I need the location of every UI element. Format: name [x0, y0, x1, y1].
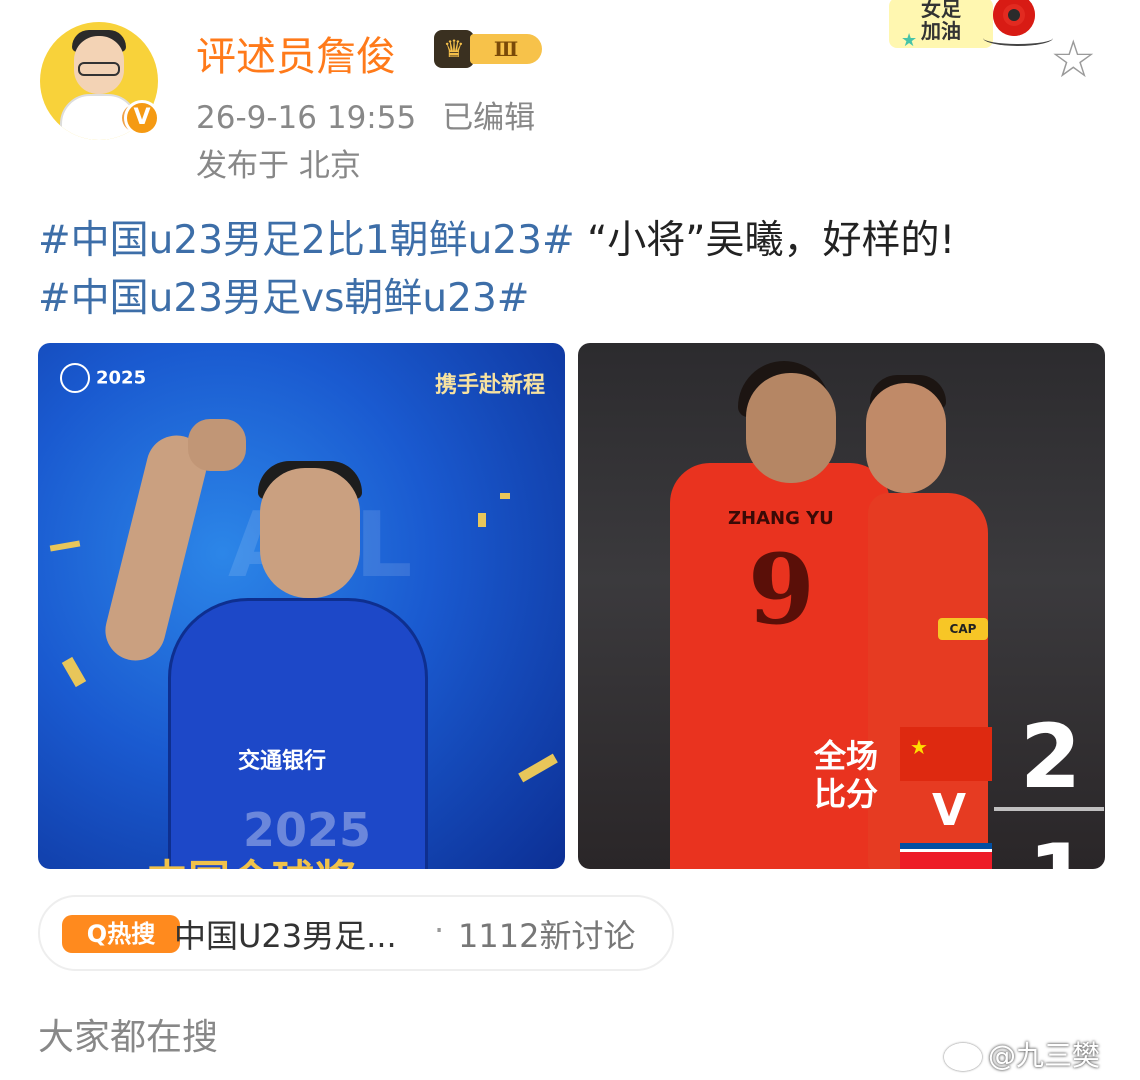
rank-badge[interactable]: ♛ Ⅲ	[434, 30, 546, 68]
hashtag-link-2[interactable]: #中国u23男足vs朝鲜u23#	[38, 276, 529, 321]
award-logo-icon	[60, 363, 90, 393]
crown-icon: ♛	[434, 30, 474, 68]
hot-search-count: 1112新讨论	[458, 917, 636, 955]
award-logo: 2025	[60, 363, 146, 393]
cheer-sticker: 女足 加油 ★	[885, 0, 1055, 60]
player-head	[260, 468, 360, 598]
score-label-line2: 比分	[814, 775, 879, 813]
player-head	[866, 383, 946, 493]
player-head	[746, 373, 836, 483]
sticker-line1: 女足	[921, 0, 961, 21]
score-home: 2	[1020, 705, 1082, 808]
confetti	[518, 753, 558, 783]
post-text: #中国u23男足2比1朝鲜u23# “小将”吴曦，好样的! #中国u23男足vs…	[38, 212, 1118, 328]
shirt-number: 9	[748, 533, 815, 646]
versus-label: V	[932, 785, 967, 836]
award-title: 中国金球奖	[146, 847, 356, 869]
hot-search-separator: ·	[434, 911, 445, 949]
confetti	[49, 540, 81, 552]
post-body: “小将”吴曦，好样的!	[574, 218, 956, 263]
rank-level: Ⅲ	[470, 34, 542, 64]
hot-search-chip[interactable]: Q热搜 中国U23男足... · 1112新讨论	[38, 895, 674, 971]
award-motto: 携手赴新程	[434, 372, 545, 398]
hot-search-badge: Q热搜	[62, 915, 180, 953]
sticker-star-icon: ★	[901, 30, 918, 51]
weibo-logo-icon	[944, 1043, 982, 1071]
edited-label[interactable]: 已编辑	[442, 100, 535, 136]
captain-armband: CAP	[938, 618, 988, 640]
post-timestamp: 26-9-16 19:55	[196, 100, 417, 136]
score-panel: 全场 比分 ★ V 2 1	[814, 705, 1104, 870]
avatar-glasses	[78, 62, 120, 76]
confetti	[478, 513, 486, 527]
username[interactable]: 评述员詹俊	[196, 24, 396, 82]
watermark-text: @九三樊	[988, 1039, 1101, 1072]
player-fist	[188, 419, 246, 471]
hot-search-query: 中国U23男足...	[174, 917, 397, 955]
weibo-watermark: @九三樊	[944, 1034, 1100, 1074]
post-meta: 26-9-16 19:55 已编辑	[196, 92, 535, 137]
everyone-searching-heading: 大家都在搜	[38, 1017, 219, 1058]
jersey-sponsor: 交通银行	[238, 749, 327, 774]
post-image-1[interactable]: 2025 携手赴新程 ALL 交通银行 2025 中国金球奖	[38, 343, 565, 869]
post-location: 发布于 北京	[196, 148, 361, 184]
post-image-2[interactable]: ZHANG YU 9 CAP 全场 比分 ★ V 2 1	[578, 343, 1105, 869]
north-korea-flag-icon	[900, 843, 992, 869]
star-outline-icon[interactable]: ☆	[1050, 30, 1097, 90]
score-label: 全场 比分	[814, 737, 878, 813]
confetti	[500, 493, 510, 499]
score-label-line1: 全场	[814, 737, 879, 775]
china-flag-icon: ★	[900, 727, 992, 781]
verified-v-icon: V	[124, 100, 160, 136]
confetti	[61, 656, 87, 688]
score-away: 1	[1028, 831, 1089, 870]
sticker-swirl	[983, 30, 1053, 46]
shirt-name: ZHANG YU	[728, 508, 834, 529]
hashtag-link-1[interactable]: #中国u23男足2比1朝鲜u23#	[38, 218, 575, 263]
award-logo-year: 2025	[96, 367, 147, 389]
